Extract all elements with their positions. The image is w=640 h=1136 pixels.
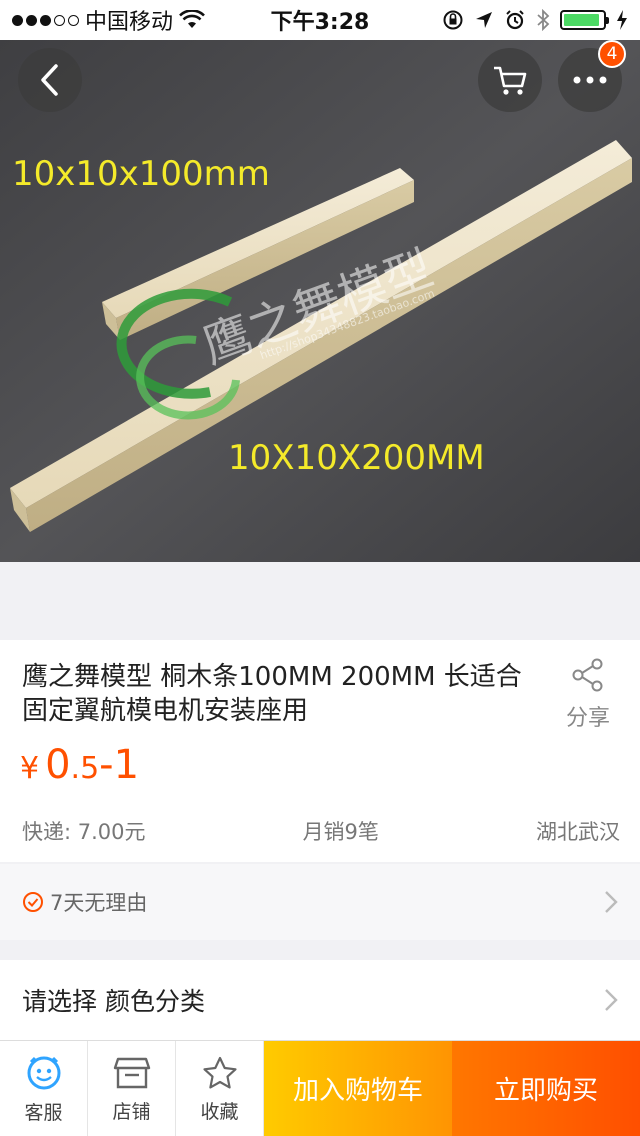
shop-label: 店铺 (112, 1100, 151, 1123)
customer-service-icon (27, 1056, 60, 1089)
variant-select-row[interactable]: 请选择 颜色分类 (0, 960, 640, 1040)
share-button[interactable]: 分享 (558, 658, 618, 732)
chevron-right-icon (605, 989, 618, 1011)
favorite-button[interactable]: 收藏 (176, 1041, 264, 1136)
monthly-sales: 月销9笔 (302, 820, 379, 844)
status-bar: 中国移动 下午3:28 (0, 0, 640, 40)
carrier-name: 中国移动 (85, 10, 174, 35)
status-left: 中国移动 (12, 4, 205, 36)
image-gap (0, 562, 640, 640)
signal-strength-icon (12, 14, 79, 26)
price-currency: ¥ (20, 751, 40, 786)
price-integer: 0 (45, 742, 71, 788)
check-circle-icon (23, 892, 43, 912)
product-meta: 快递: 7.00元 月销9笔 湖北武汉 (22, 816, 620, 846)
favorite-label: 收藏 (200, 1100, 239, 1123)
shipping-fee: 快递: 7.00元 (22, 820, 146, 844)
cart-icon (494, 66, 527, 95)
battery-icon (560, 10, 609, 30)
more-button[interactable]: 4 (558, 40, 626, 112)
cart-button[interactable] (478, 48, 542, 112)
shop-button[interactable]: 店铺 (88, 1041, 176, 1136)
buy-now-button[interactable]: 立即购买 (452, 1041, 640, 1136)
service-row[interactable]: 7天无理由 (0, 864, 640, 940)
product-price: ¥0.5-1 (20, 742, 139, 788)
bottom-action-bar: 客服 店铺 收藏 加入购物车 立即购买 (0, 1040, 640, 1136)
product-info-card: 鹰之舞模型 桐木条100MM 200MM 长适合固定翼航模电机安装座用 分享 ¥… (0, 640, 640, 862)
customer-service-button[interactable]: 客服 (0, 1041, 88, 1136)
charging-icon (617, 10, 627, 30)
service-label: 7天无理由 (50, 891, 148, 915)
more-icon (573, 76, 607, 84)
price-range-end: -1 (99, 742, 140, 788)
product-image[interactable]: 10x10x100mm 10X10X200MM 鹰之舞模型 http://sho… (0, 40, 640, 562)
customer-service-label: 客服 (24, 1101, 63, 1124)
share-icon (572, 658, 603, 692)
add-to-cart-button[interactable]: 加入购物车 (264, 1041, 452, 1136)
location-icon (476, 12, 492, 28)
bluetooth-icon (537, 9, 550, 31)
variant-select-label: 请选择 颜色分类 (22, 987, 205, 1016)
orientation-lock-icon (443, 10, 463, 30)
price-decimal: .5 (70, 751, 100, 786)
back-button[interactable] (18, 48, 82, 112)
more-badge: 4 (598, 40, 626, 68)
product-title: 鹰之舞模型 桐木条100MM 200MM 长适合固定翼航模电机安装座用 (22, 662, 522, 726)
image-label-long: 10X10X200MM (228, 438, 485, 478)
wifi-icon (179, 10, 205, 28)
share-label: 分享 (565, 706, 610, 731)
back-arrow-icon (41, 64, 58, 96)
status-right (442, 9, 628, 31)
chevron-right-icon (605, 891, 618, 913)
ship-location: 湖北武汉 (535, 820, 620, 844)
image-label-short: 10x10x100mm (12, 154, 270, 194)
alarm-icon (506, 10, 524, 30)
star-icon (202, 1056, 237, 1088)
shop-icon (113, 1057, 150, 1088)
